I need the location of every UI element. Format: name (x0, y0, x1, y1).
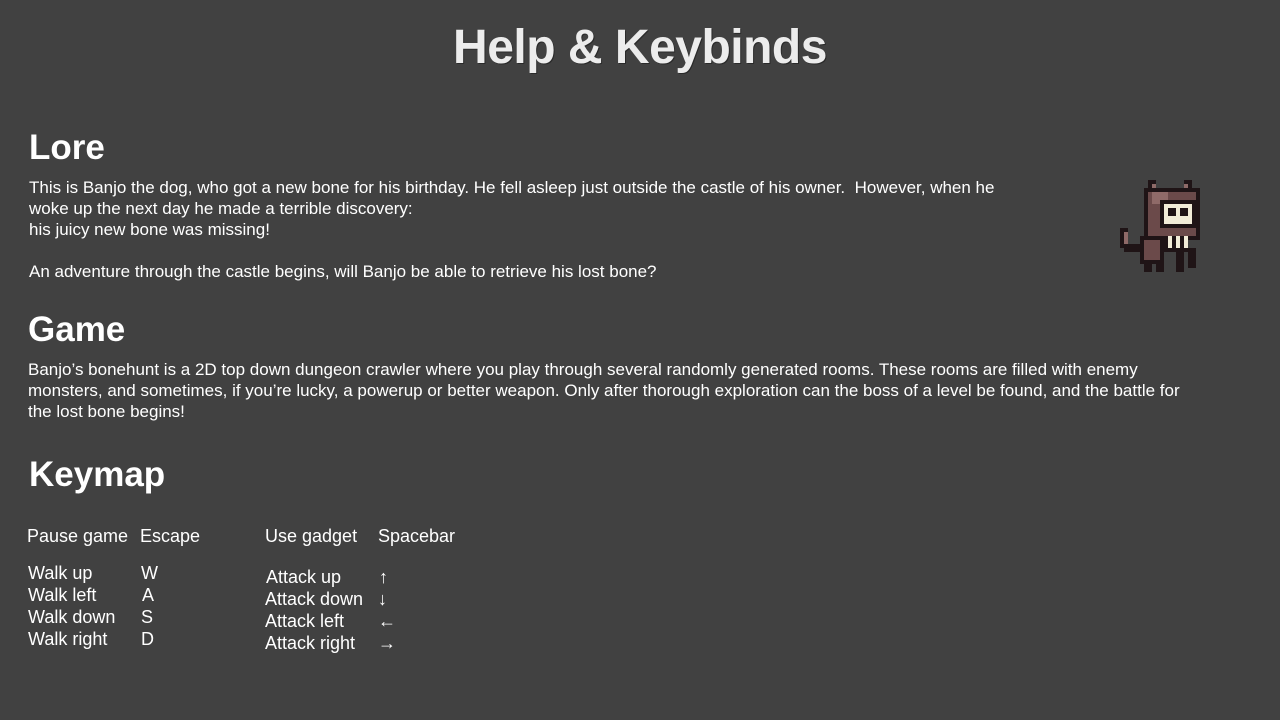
walk-down-key: S (141, 607, 154, 627)
attack-up-label: Attack up (266, 567, 342, 587)
page-title: Help & Keybinds (453, 21, 827, 74)
use-gadget-label: Use gadget (265, 526, 358, 546)
attack-right-key: → (378, 633, 396, 653)
attack-down-label: Attack down (265, 589, 364, 609)
game-heading: Game (28, 310, 126, 349)
lore-text-line-3: his juicy new bone was missing! (29, 220, 270, 239)
walk-down-label: Walk down (28, 607, 116, 627)
attack-left-label: Attack left (265, 611, 345, 631)
use-gadget-key: Spacebar (378, 526, 456, 546)
attack-right-label: Attack right (265, 633, 356, 653)
pause-game-label: Pause game (27, 526, 129, 546)
game-text-line-2: monsters, and sometimes, if you’re lucky… (28, 381, 1180, 400)
banjo-dog-skull-sprite-icon (1120, 180, 1200, 272)
attack-up-key: ↑ (379, 567, 388, 587)
walk-up-key: W (141, 563, 158, 583)
pause-game-key: Escape (140, 526, 201, 546)
walk-right-key: D (141, 629, 154, 649)
attack-down-key: ↓ (378, 589, 387, 609)
attack-left-key: ← (378, 611, 396, 631)
lore-text-line-4: An adventure through the castle begins, … (29, 262, 657, 281)
walk-left-label: Walk left (28, 585, 97, 605)
game-text-line-1: Banjo’s bonehunt is a 2D top down dungeo… (28, 360, 1138, 379)
walk-right-label: Walk right (28, 629, 108, 649)
keymap-heading: Keymap (29, 455, 166, 494)
lore-text-line-2: woke up the next day he made a terrible … (29, 199, 413, 218)
game-text-line-3: the lost bone begins! (28, 402, 185, 421)
walk-up-label: Walk up (28, 563, 93, 583)
walk-left-key: A (142, 585, 155, 605)
lore-heading: Lore (29, 128, 105, 167)
lore-text-line-1: This is Banjo the dog, who got a new bon… (29, 178, 995, 197)
